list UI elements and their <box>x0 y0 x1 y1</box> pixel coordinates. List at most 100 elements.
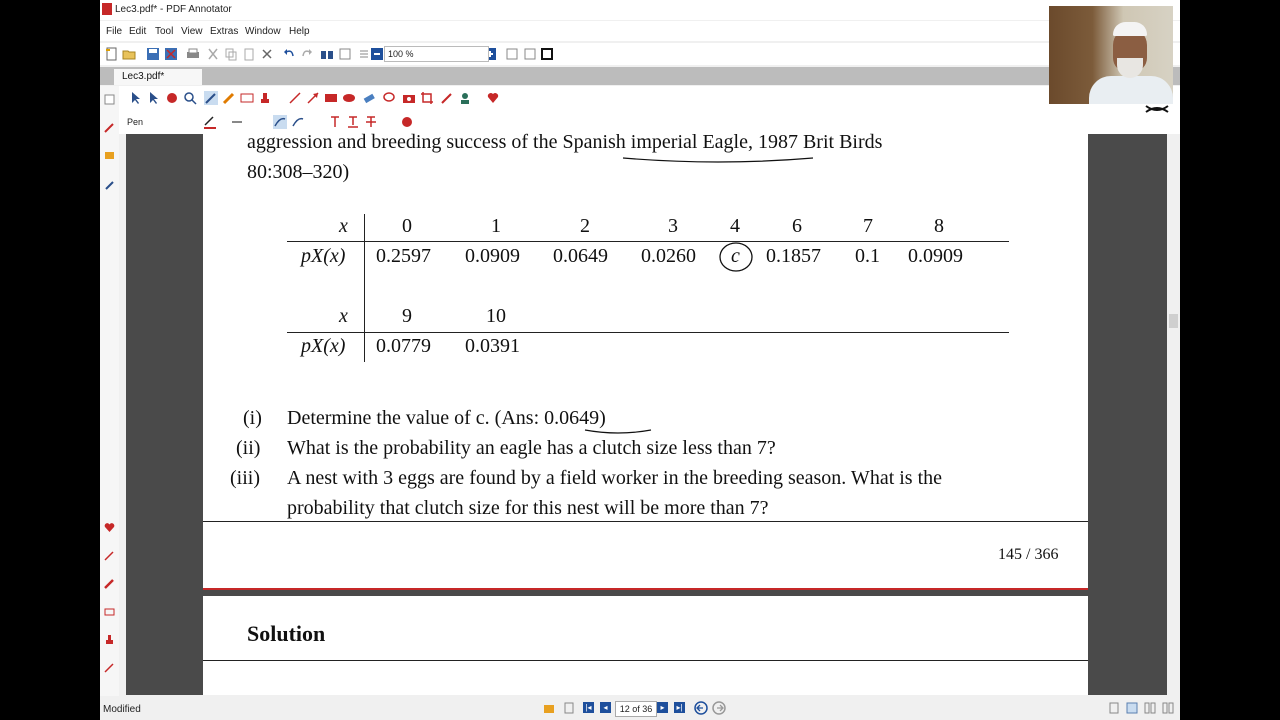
paste-icon[interactable] <box>242 47 256 61</box>
zoom-tool-icon[interactable] <box>183 91 197 105</box>
tab-lec3[interactable]: Lec3.pdf* <box>114 69 202 85</box>
lasso-icon[interactable] <box>382 91 396 105</box>
solution-heading: Solution <box>247 621 326 646</box>
last-page-button[interactable]: ▸| <box>674 702 685 713</box>
fit-page-icon[interactable] <box>523 47 537 61</box>
marker-icon[interactable] <box>440 91 454 105</box>
two-page-view-icon[interactable] <box>1144 702 1156 714</box>
vertical-scrollbar[interactable] <box>1167 134 1180 695</box>
heading-rule <box>203 660 1088 661</box>
menu-help[interactable]: Help <box>289 26 310 37</box>
close-x-icon[interactable] <box>1144 100 1170 116</box>
table1-x-2: 2 <box>580 215 590 237</box>
folder-status-icon[interactable] <box>543 702 555 714</box>
single-page-view-icon[interactable] <box>1108 702 1120 714</box>
menu-file[interactable]: File <box>106 26 122 37</box>
textbox-sidebar-icon[interactable] <box>104 606 115 617</box>
page-indicator[interactable]: 12 of 36 <box>615 701 657 717</box>
pen-color-icon[interactable] <box>203 115 217 129</box>
back-icon[interactable] <box>694 701 708 715</box>
line-tool-icon[interactable] <box>288 91 302 105</box>
delete-icon[interactable] <box>260 47 274 61</box>
shape-recognition-icon[interactable] <box>291 115 305 129</box>
first-page-button[interactable]: |◂ <box>583 702 594 713</box>
continuous-view-icon[interactable] <box>1126 702 1138 714</box>
line-width-icon[interactable] <box>230 115 244 129</box>
question-2-text: What is the probability an eagle has a c… <box>287 437 776 459</box>
arrow-sidebar-icon[interactable] <box>104 662 115 673</box>
favorites-heart-icon[interactable] <box>486 91 500 105</box>
scrollbar-thumb[interactable] <box>1169 314 1178 328</box>
table1-x-label: x <box>339 215 348 237</box>
crop-icon[interactable] <box>420 91 434 105</box>
menu-view[interactable]: View <box>181 26 203 37</box>
table2-x-9: 9 <box>402 305 412 327</box>
underline-icon[interactable] <box>346 115 360 129</box>
ellipse-tool-icon[interactable] <box>342 91 356 105</box>
stamp-icon[interactable] <box>258 91 272 105</box>
save-all-icon[interactable] <box>164 47 178 61</box>
undo-icon[interactable] <box>282 47 296 61</box>
heart-sidebar-icon[interactable] <box>104 522 115 533</box>
copy-icon[interactable] <box>224 47 238 61</box>
save-icon[interactable] <box>146 47 160 61</box>
highlighter-icon[interactable] <box>222 91 236 105</box>
table1-x-7: 7 <box>863 215 873 237</box>
previous-page-button[interactable]: ◂ <box>600 702 611 713</box>
strikeout-icon[interactable] <box>364 115 378 129</box>
camera-icon[interactable] <box>402 91 416 105</box>
page-view-icon[interactable] <box>104 94 115 105</box>
menu-extras[interactable]: Extras <box>210 26 238 37</box>
table2-x-label: x <box>339 305 348 327</box>
pen-tool-icon[interactable] <box>204 91 218 105</box>
table2-rule <box>287 332 1009 333</box>
zoom-input[interactable]: 100 % <box>384 46 489 62</box>
figures-icon[interactable] <box>458 91 472 105</box>
bookmark-icon[interactable] <box>338 47 352 61</box>
two-page-continuous-icon[interactable] <box>1162 702 1174 714</box>
page-number: 145 / 366 <box>998 546 1059 563</box>
text-tool-icon[interactable] <box>240 91 254 105</box>
handwritten-circle <box>719 242 753 272</box>
table1-p-0: 0.2597 <box>376 245 431 267</box>
select-arrow-icon[interactable] <box>129 91 143 105</box>
question-3-text-cont: probability that clutch size for this ne… <box>287 497 769 519</box>
menu-edit[interactable]: Edit <box>129 26 146 37</box>
find-icon[interactable] <box>320 47 334 61</box>
menu-window[interactable]: Window <box>245 26 281 37</box>
left-letterbox <box>0 0 100 720</box>
rectangle-tool-icon[interactable] <box>324 91 338 105</box>
folder-sidebar-icon[interactable] <box>104 150 115 161</box>
link-sidebar-icon[interactable] <box>104 180 115 191</box>
new-document-icon[interactable] <box>105 47 119 61</box>
cut-icon[interactable] <box>206 47 220 61</box>
question-2-number: (ii) <box>236 437 261 459</box>
forward-icon[interactable] <box>712 701 726 715</box>
pdf-page-145: aggression and breeding success of the S… <box>203 131 1088 590</box>
page-status-icon[interactable] <box>563 702 575 714</box>
eraser-icon[interactable] <box>362 91 376 105</box>
smooth-line-icon[interactable] <box>273 115 287 129</box>
open-folder-icon[interactable] <box>122 47 136 61</box>
marker-sidebar-icon[interactable] <box>104 578 115 589</box>
next-page-button[interactable]: ▸ <box>657 702 668 713</box>
hand-icon[interactable] <box>165 91 179 105</box>
fit-width-icon[interactable] <box>505 47 519 61</box>
text-insert-icon[interactable] <box>328 115 342 129</box>
table1-p-6: 0.1857 <box>766 245 821 267</box>
redo-icon[interactable] <box>300 47 314 61</box>
question-3-number: (iii) <box>230 467 260 489</box>
stamp-sidebar-icon[interactable] <box>104 634 115 645</box>
pen-sidebar-icon[interactable] <box>104 122 115 133</box>
select-text-icon[interactable] <box>147 91 161 105</box>
table1-p-label: pX(x) <box>301 245 346 267</box>
fullscreen-icon[interactable] <box>540 47 554 61</box>
zoom-out-icon[interactable] <box>370 47 384 61</box>
pencil-sidebar-icon[interactable] <box>104 550 115 561</box>
pointer-tool-icon[interactable] <box>400 115 414 129</box>
menu-tool[interactable]: Tool <box>155 26 173 37</box>
title-bar: Lec3.pdf* - PDF Annotator <box>100 0 1180 20</box>
table1-x-6: 6 <box>792 215 802 237</box>
print-icon[interactable] <box>186 47 200 61</box>
arrow-tool-icon[interactable] <box>306 91 320 105</box>
